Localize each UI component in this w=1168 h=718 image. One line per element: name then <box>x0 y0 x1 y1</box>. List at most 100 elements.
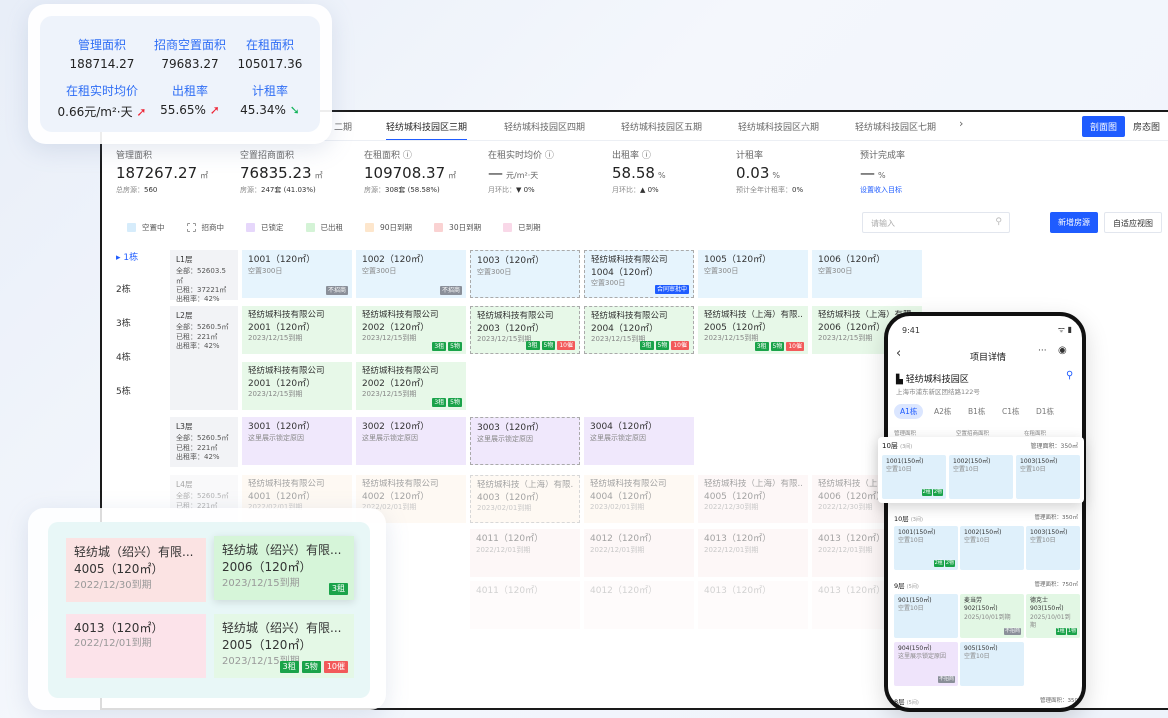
unit-card[interactable]: 3001（120㎡） 这里展示锁定原因 <box>242 417 352 465</box>
unit-card[interactable]: 1002(150㎡) 空置10日 <box>960 526 1024 570</box>
floor-popup: 10层 (3间) 管理面积：350㎡ 1001(150㎡) 空置10日 2租 2物 1… <box>878 437 1084 503</box>
unit-card[interactable]: 轻纺城（绍兴）有限... 2005（120㎡） 2023/12/15到期 3租 5物 10… <box>214 614 354 678</box>
phone-mockup: 9:41 ᯤ ▮ ‹ 项目详情 ··· ◉ ▙ 轻纺城科技园区 ⚲ 上海市浦东新… <box>884 312 1086 712</box>
park-name: ▙ 轻纺城科技园区 <box>896 375 969 385</box>
unit-card[interactable]: 3004（120㎡） 这里展示锁定原因 <box>584 417 694 465</box>
unit-card[interactable]: 轻纺城科技有限公司 2004（120㎡） 2023/12/15到期 3租 5物 10催 <box>584 306 694 354</box>
unit-card[interactable]: 轻纺城科技有限公司 2001（120㎡） 2023/12/15到期 <box>242 306 352 354</box>
unit-card[interactable]: 1006（120㎡） 空置300日 <box>812 250 922 298</box>
unit-card[interactable]: 904(150㎡) 这里展示锁定原因 不招商 <box>894 642 958 686</box>
building-5[interactable]: 5栋 <box>116 384 131 397</box>
zoom-detail-card: 轻纺城（绍兴）有限... 4005（120㎡） 2022/12/30到期 轻纺城（绍… <box>28 508 386 710</box>
trend-up-icon: ➚ <box>209 103 220 117</box>
stat-vacant-area: 空置招商面积 76835.23 ㎡ 房源：247套 (41.03%) <box>240 151 323 194</box>
status-time: 9:41 <box>902 326 920 335</box>
unit-card[interactable]: 4013（120㎡） 2022/12/01到期 <box>66 614 206 678</box>
unit-card[interactable]: 1001(150㎡) 空置10日 2租 2物 <box>882 455 946 499</box>
building-icon: ▙ <box>896 375 903 385</box>
trend-down-icon: ➘ <box>289 103 300 117</box>
building-4[interactable]: 4栋 <box>116 350 131 363</box>
unit-card[interactable]: 轻纺城科技有限公司 2002（120㎡） 2023/12/15到期 3租 5物 <box>356 362 466 410</box>
unit-card[interactable]: 轻纺城科技有限公司 2003（120㎡） 2023/12/15到期 3租 5物 10催 <box>470 306 580 354</box>
unit-card[interactable]: 轻纺城科技（上海）有限... 2005（120㎡） 2023/12/15到期 3租 5物… <box>698 306 808 354</box>
chip-a1[interactable]: A1栋 <box>894 404 924 419</box>
unit-card[interactable]: 1001（120㎡） 空置300日 不招商 <box>242 250 352 298</box>
tab-phase-7[interactable]: 轻纺城科技园区七期 <box>855 120 936 133</box>
legend-leasing: 招商中 <box>186 222 224 233</box>
chip-b1[interactable]: B1栋 <box>962 404 991 419</box>
unit-card[interactable]: 轻纺城科技有限公司 2002（120㎡） 2023/12/15到期 3租 5物 <box>356 306 466 354</box>
floor-8: 8层 (5间) <box>894 698 919 706</box>
contract-review-badge: 合同审批中 <box>654 285 689 294</box>
legend-expired: 已到期 <box>503 222 541 233</box>
unit-card[interactable]: 4011（120㎡） 2022/12/01到期 <box>470 529 580 577</box>
kpi-leased-area: 在租面积 105017.36 <box>237 38 303 71</box>
kpi-card: 管理面积 188714.27 招商空置面积 79683.27 在租面积 105017.… <box>28 4 332 144</box>
unit-card[interactable]: 905(150㎡) 空置10日 <box>960 642 1024 686</box>
unit-card[interactable]: 4013（120㎡） 2022/12/01到期 <box>698 529 808 577</box>
legend-leased: 已出租 <box>305 222 343 233</box>
search-icon: ⚲ <box>995 217 1002 227</box>
stat-managed-area: 管理面积 187267.27 ㎡ 总房源：560 <box>116 151 209 194</box>
view-switch: 剖面图 房态图 <box>1082 116 1168 137</box>
chip-d1[interactable]: D1栋 <box>1030 404 1060 419</box>
unit-card[interactable]: 1003（120㎡） 空置300日 <box>470 250 580 298</box>
kpi-billing-rate: 计租率 45.34% ➘ <box>240 84 300 117</box>
unit-card[interactable]: 1002(150㎡) 空置10日 <box>949 455 1013 499</box>
unit-card[interactable]: 4011（120㎡） <box>470 581 580 629</box>
phone-title: 项目详情 <box>970 353 1007 363</box>
target-icon[interactable]: ◉ <box>1058 345 1067 356</box>
floor-10: 10层 (3间) <box>894 515 923 523</box>
tabs-more-chevron-icon[interactable]: › <box>959 117 963 130</box>
state-view-button[interactable]: 房态图 <box>1125 116 1168 137</box>
unit-card[interactable]: 麦当劳 902(150㎡) 2025/10/01到期 不招商 <box>960 594 1024 638</box>
unit-card[interactable]: 轻纺城科技（上海）有限... 4005（120㎡） 2022/12/30到期 <box>698 475 808 523</box>
status-legend: 空置中 招商中 已锁定 已出租 90日到期 30日到期 已到期 <box>127 222 541 233</box>
park-address: 上海市浦东新区团结路122号 <box>896 388 980 396</box>
not-leasing-badge: 不招商 <box>439 286 462 295</box>
adaptive-view-button[interactable]: 自适应视图 <box>1104 212 1162 233</box>
unit-card[interactable]: 4012（120㎡） 2022/12/01到期 <box>584 529 694 577</box>
building-1[interactable]: ▸ 1栋 <box>116 250 138 263</box>
search-input[interactable]: 请输入 ⚲ <box>862 212 1010 233</box>
unit-card[interactable]: 3002（120㎡） 这里展示锁定原因 <box>356 417 466 465</box>
stat-leased-area: 在租面积 ⓘ 109708.37 ㎡ 房源：308套 (58.58%) <box>364 151 457 194</box>
set-income-target-link[interactable]: 设置收入目标 <box>860 185 905 195</box>
building-3[interactable]: 3栋 <box>116 316 131 329</box>
add-room-button[interactable]: 新增房源 <box>1050 212 1098 233</box>
unit-card[interactable]: 1003(150㎡) 空置10日 <box>1016 455 1080 499</box>
unit-card[interactable]: 1005（120㎡） 空置300日 <box>698 250 808 298</box>
kpi-managed-area: 管理面积 188714.27 <box>69 38 135 71</box>
tab-phase-4[interactable]: 轻纺城科技园区四期 <box>504 120 585 133</box>
chip-a2[interactable]: A2栋 <box>928 404 957 419</box>
unit-card[interactable]: 1001(150㎡) 空置10日 2租 2物 <box>894 526 958 570</box>
unit-card[interactable]: 轻纺城（绍兴）有限... 2006（120㎡） 2023/12/15到期 3租 <box>214 536 354 600</box>
legend-expire-30: 30日到期 <box>434 222 481 233</box>
unit-card[interactable]: 轻纺城科技有限公司 4004（120㎡） 2023/02/01到期 <box>584 475 694 523</box>
floor-label-l2: L2层 全部：5260.5㎡ 已租：221㎡ 出租率：42% <box>170 306 238 410</box>
tab-phase-2[interactable]: 二期 <box>334 120 352 133</box>
unit-card[interactable]: 轻纺城科技有限公司 1004（120㎡） 空置300日 合同审批中 <box>584 250 694 298</box>
unit-card[interactable]: 轻纺城科技（上海）有限... 4003（120㎡） 2023/02/01到期 <box>470 475 580 523</box>
back-icon[interactable]: ‹ <box>896 346 901 361</box>
unit-card[interactable]: 轻纺城科技有限公司 2001（120㎡） 2023/12/15到期 <box>242 362 352 410</box>
building-2[interactable]: 2栋 <box>116 282 131 295</box>
unit-card[interactable]: 轻纺城（绍兴）有限... 4005（120㎡） 2022/12/30到期 <box>66 538 206 602</box>
tab-phase-5[interactable]: 轻纺城科技园区五期 <box>621 120 702 133</box>
unit-card[interactable]: 4012（120㎡） <box>584 581 694 629</box>
tab-phase-3[interactable]: 轻纺城科技园区三期 <box>386 120 468 141</box>
section-view-button[interactable]: 剖面图 <box>1082 116 1125 137</box>
unit-card[interactable]: 德克士 903(150㎡) 2025/10/01到期 1租 1物 <box>1026 594 1080 638</box>
floor-label-l3: L3层 全部：5260.5㎡ 已租：221㎡ 出租率：42% <box>170 417 238 467</box>
unit-card[interactable]: 901(150㎡) 空置10日 <box>894 594 958 638</box>
unit-card[interactable]: 1002（120㎡） 空置300日 不招商 <box>356 250 466 298</box>
chip-c1[interactable]: C1栋 <box>996 404 1026 419</box>
tab-phase-6[interactable]: 轻纺城科技园区六期 <box>738 120 819 133</box>
unit-card[interactable]: 3003（120㎡） 这里展示锁定原因 <box>470 417 580 465</box>
search-icon[interactable]: ⚲ <box>1066 370 1073 381</box>
legend-locked: 已锁定 <box>246 222 284 233</box>
unit-card[interactable]: 1003(150㎡) 空置10日 <box>1026 526 1080 570</box>
unit-card[interactable]: 4013（120㎡） <box>698 581 808 629</box>
more-icon[interactable]: ··· <box>1038 346 1047 356</box>
stat-completion-rate: 预计完成率 —% 设置收入目标 <box>860 151 906 195</box>
